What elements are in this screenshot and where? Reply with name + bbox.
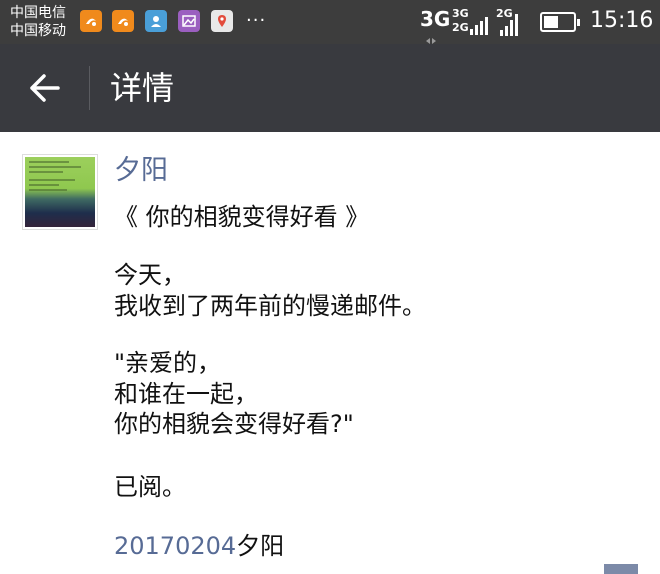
uc-browser-icon <box>80 10 102 32</box>
more-notifications-icon: ··· <box>246 10 267 31</box>
maps-app-icon <box>211 10 233 32</box>
uc-browser-icon <box>112 10 134 32</box>
app-bar-divider <box>89 66 90 110</box>
app-bar: 详情 <box>0 44 660 132</box>
signature-date: 20170204 <box>114 532 237 560</box>
signature-name: 夕阳 <box>236 532 285 560</box>
post-detail: 夕阳 《 你的相貌变得好看 》 今天， 我收到了两年前的慢递邮件。 "亲爱的， … <box>0 132 660 574</box>
avatar-image <box>25 157 95 227</box>
author-name[interactable]: 夕阳 <box>114 154 168 188</box>
carrier-labels: 中国电信 中国移动 <box>10 4 66 40</box>
sim2-signal-icon <box>500 12 518 36</box>
status-bar: 中国电信 中国移动 ··· 3G 3G 2G 2G 15:16 <box>0 0 660 44</box>
carrier-1: 中国电信 <box>10 5 66 21</box>
carrier-2: 中国移动 <box>10 23 66 39</box>
action-menu-tab[interactable] <box>604 564 638 574</box>
post-paragraph-2: "亲爱的， 和谁在一起， 你的相貌会变得好看?" <box>114 349 354 438</box>
post-paragraph-3: 已阅。 <box>114 473 186 501</box>
sim1-signal-icon <box>470 13 488 35</box>
contacts-app-icon <box>145 10 167 32</box>
back-button[interactable] <box>28 68 62 108</box>
back-arrow-icon <box>30 74 60 102</box>
post-signature: 20170204夕阳 <box>114 530 284 562</box>
gallery-app-icon <box>178 10 200 32</box>
battery-icon <box>540 12 580 32</box>
post-paragraph-1: 今天， 我收到了两年前的慢递邮件。 <box>114 261 426 320</box>
network-type-3g: 3G <box>420 7 451 31</box>
data-transfer-icon <box>425 30 437 44</box>
avatar[interactable] <box>22 154 98 230</box>
clock: 15:16 <box>590 8 654 33</box>
sim1-network-label: 3G <box>452 7 469 20</box>
page-title: 详情 <box>110 69 175 107</box>
sim1-network-sub-label: 2G <box>452 21 469 34</box>
post-title-line: 《 你的相貌变得好看 》 <box>114 203 370 231</box>
